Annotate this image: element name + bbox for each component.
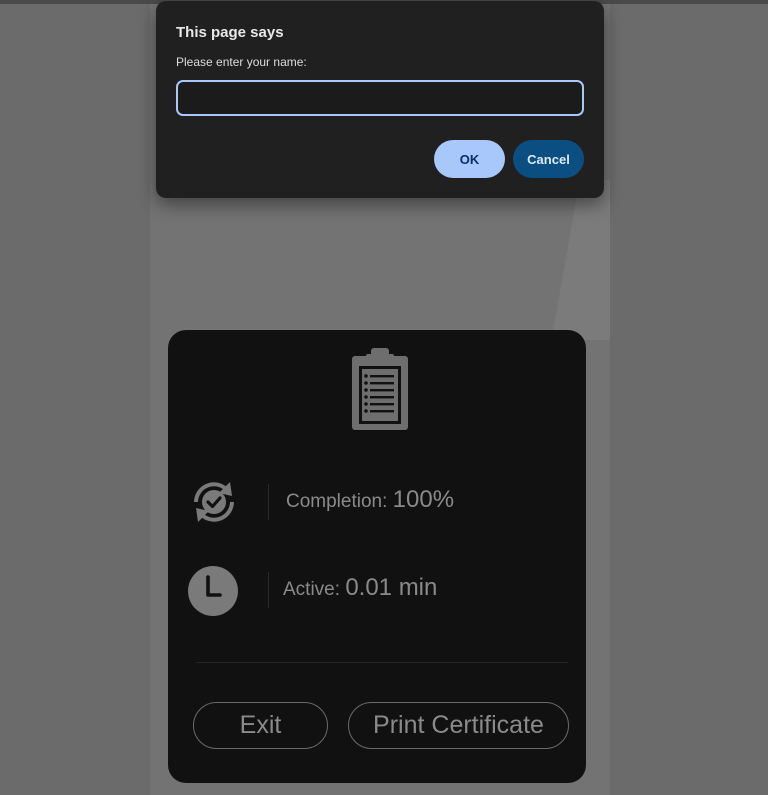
completion-text: Completion: 100%	[286, 486, 454, 514]
results-card: Completion: 100% Active: 0.01 min Exit P…	[168, 330, 586, 783]
print-certificate-button[interactable]: Print Certificate	[348, 702, 569, 749]
card-divider	[196, 662, 568, 663]
completion-row: Completion: 100%	[186, 472, 566, 532]
refresh-check-icon	[194, 482, 234, 522]
ok-button[interactable]: OK	[434, 140, 505, 178]
exit-button[interactable]: Exit	[193, 702, 328, 749]
active-value: 0.01 min	[345, 574, 438, 601]
row-divider	[268, 572, 269, 608]
completion-label: Completion:	[286, 491, 393, 512]
clock-icon	[188, 566, 238, 616]
name-input[interactable]	[176, 80, 584, 116]
active-label: Active:	[283, 579, 346, 600]
dialog-message: Please enter your name:	[176, 55, 307, 69]
page-decoration	[540, 180, 610, 340]
active-row: Active: 0.01 min	[186, 560, 566, 620]
clipboard-icon	[352, 348, 408, 430]
prompt-dialog: This page says Please enter your name: O…	[156, 1, 604, 198]
completion-value: 100%	[392, 486, 455, 513]
row-divider	[268, 484, 269, 520]
dialog-title: This page says	[176, 24, 284, 41]
active-text: Active: 0.01 min	[283, 574, 437, 602]
cancel-button[interactable]: Cancel	[513, 140, 584, 178]
